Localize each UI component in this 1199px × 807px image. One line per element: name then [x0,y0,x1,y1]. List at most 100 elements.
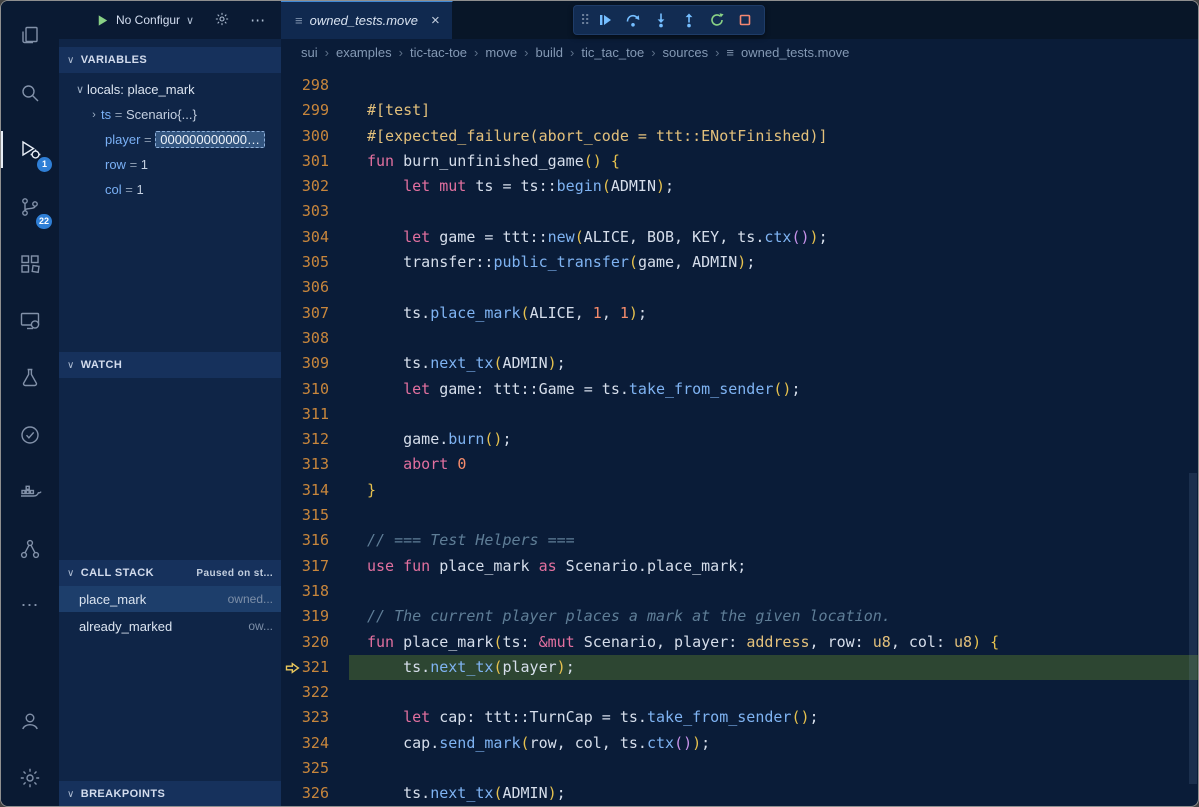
line-number[interactable]: 300 [281,124,349,149]
line-number[interactable]: 310 [281,377,349,402]
line-number[interactable]: 326 [281,781,349,806]
line-number[interactable]: 304 [281,225,349,250]
line-number[interactable]: 315 [281,503,349,528]
code-content[interactable]: #[test]#[expected_failure(abort_code = t… [349,65,1198,806]
breadcrumb-item[interactable]: examples [336,45,392,60]
frame-source: owned... [228,592,273,606]
line-number[interactable]: 299 [281,98,349,123]
step-into-button[interactable] [648,7,674,33]
tab-owned-tests-move[interactable]: ≡ owned_tests.move × [281,1,453,39]
call-stack-section-header[interactable]: ∨ CALL STACK Paused on st... [59,560,281,586]
line-number[interactable]: 317 [281,554,349,579]
close-icon[interactable]: × [431,12,440,29]
line-number[interactable]: 325 [281,756,349,781]
line-number[interactable]: 324 [281,731,349,756]
breakpoints-section-header[interactable]: ∨ BREAKPOINTS [59,781,281,807]
explorer-icon[interactable] [1,7,59,64]
docker-icon[interactable] [1,463,59,520]
breadcrumb-item[interactable]: sources [663,45,709,60]
line-number[interactable]: 302 [281,174,349,199]
scrollbar-thumb[interactable] [1189,473,1197,784]
continue-button[interactable] [592,7,618,33]
variable-value-selected[interactable]: 000000000000… [155,131,265,148]
code-line [349,680,1198,705]
code-line [349,579,1198,604]
debug-sidebar-toolbar: No Configur ∨ ⋯ [59,1,281,39]
breadcrumb-item[interactable]: owned_tests.move [741,45,849,60]
line-number[interactable]: 309 [281,351,349,376]
code-line: ts.next_tx(player); [349,655,1198,680]
code-editor: 2982993003013023033043053063073083093103… [281,65,1198,806]
code-line: ts.next_tx(ADMIN); [349,781,1198,806]
line-number[interactable]: 323 [281,705,349,730]
line-number[interactable]: 303 [281,199,349,224]
variable-row-col[interactable]: col = 1 [59,177,281,202]
more-actions-icon[interactable]: ⋯ [1,577,59,634]
variable-row-player[interactable]: player = 000000000000… [59,127,281,152]
activity-bar: 1 22 ⋯ [1,1,59,806]
debug-badge: 1 [37,157,52,172]
variable-row-row[interactable]: row = 1 [59,152,281,177]
extensions-icon[interactable] [1,235,59,292]
settings-gear-icon[interactable] [1,749,59,806]
line-number[interactable]: 301 [281,149,349,174]
check-circle-icon[interactable] [1,406,59,463]
testing-flask-icon[interactable] [1,349,59,406]
start-debug-button[interactable] [95,13,110,28]
editor-group: ≡ owned_tests.move × ⠿ [281,1,1198,806]
remote-explorer-icon[interactable] [1,292,59,349]
line-number[interactable]: 314 [281,478,349,503]
restart-button[interactable] [704,7,730,33]
drag-grip-icon[interactable]: ⠿ [580,12,590,29]
variable-name: col [105,182,122,197]
line-number[interactable]: 308 [281,326,349,351]
views-more-icon[interactable]: ⋯ [250,11,266,29]
variable-row-ts[interactable]: › ts = Scenario{...} [59,102,281,127]
chevron-right-icon: › [651,45,655,60]
variables-scope-row[interactable]: ∨ locals: place_mark [59,77,281,102]
line-number[interactable]: 306 [281,275,349,300]
run-debug-icon[interactable]: 1 [1,121,59,178]
code-line: transfer::public_transfer(game, ADMIN); [349,250,1198,275]
breadcrumb-item[interactable]: sui [301,45,318,60]
line-number[interactable]: 305 [281,250,349,275]
watch-section-header[interactable]: ∨ WATCH [59,352,281,378]
line-number[interactable]: 318 [281,579,349,604]
stack-frame-row[interactable]: place_mark owned... [59,586,281,612]
current-frame-arrow-icon [285,662,300,674]
line-number[interactable]: 307 [281,301,349,326]
line-number[interactable]: 320 [281,630,349,655]
line-number[interactable]: 316 [281,528,349,553]
line-number[interactable]: 322 [281,680,349,705]
stop-button[interactable] [732,7,758,33]
source-control-icon[interactable]: 22 [1,178,59,235]
hub-icon[interactable] [1,520,59,577]
code-line [349,756,1198,781]
account-icon[interactable] [1,692,59,749]
variables-section-header[interactable]: ∨ VARIABLES [59,47,281,73]
step-out-button[interactable] [676,7,702,33]
vscode-window: 1 22 ⋯ [0,0,1199,807]
line-number[interactable]: 312 [281,427,349,452]
breadcrumb-item[interactable]: tic-tac-toe [410,45,467,60]
line-number[interactable]: 311 [281,402,349,427]
breadcrumbs: sui›examples›tic-tac-toe›move›build›tic_… [281,39,1198,65]
debug-config-dropdown[interactable]: No Configur [116,13,180,27]
breadcrumb-item[interactable]: tic_tac_toe [581,45,644,60]
search-icon[interactable] [1,64,59,121]
line-number[interactable]: 313 [281,452,349,477]
line-number[interactable]: 319 [281,604,349,629]
code-line: let mut ts = ts::begin(ADMIN); [349,174,1198,199]
debug-settings-gear-icon[interactable] [214,11,230,30]
line-number[interactable]: 321 [281,655,349,680]
breadcrumb-item[interactable]: move [485,45,517,60]
breadcrumb-item[interactable]: build [536,45,563,60]
step-over-button[interactable] [620,7,646,33]
code-line: use fun place_mark as Scenario.place_mar… [349,554,1198,579]
line-number[interactable]: 298 [281,73,349,98]
chevron-right-icon: › [715,45,719,60]
variable-name: row [105,157,126,172]
code-line [349,275,1198,300]
stack-frame-row[interactable]: already_marked ow... [59,613,281,639]
chevron-right-icon: › [399,45,403,60]
